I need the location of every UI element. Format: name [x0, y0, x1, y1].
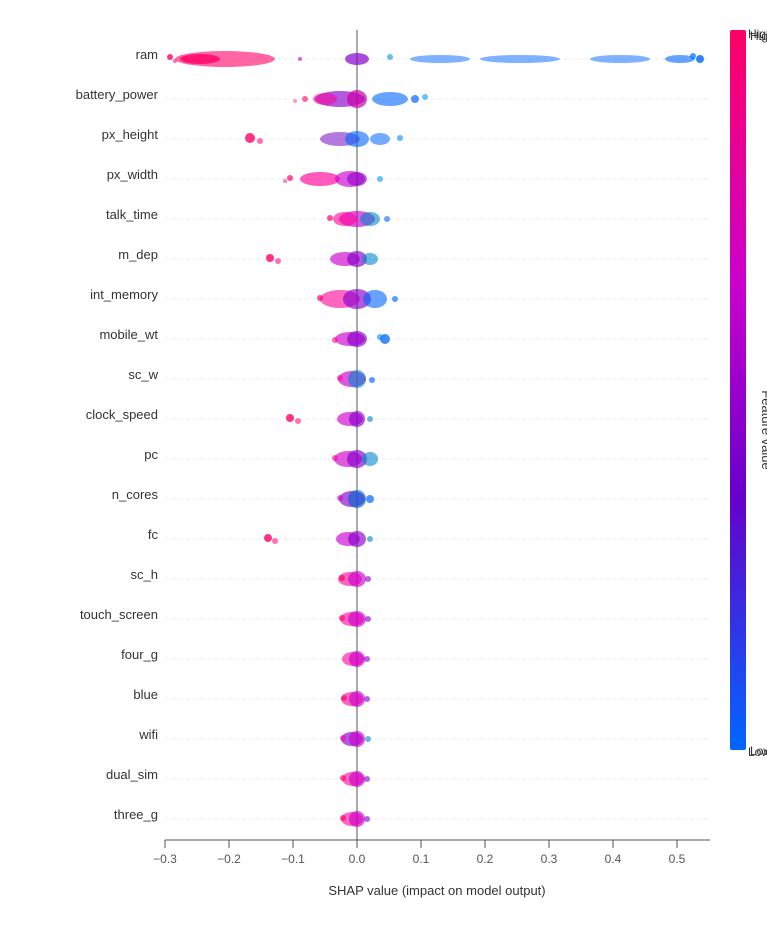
- x-tick-label: 0.1: [413, 852, 430, 866]
- feature-label-dual_sim: dual_sim: [106, 767, 158, 782]
- feature-label-blue: blue: [133, 687, 158, 702]
- feature-label-sc_h: sc_h: [131, 567, 158, 582]
- colorbar-low: Low: [750, 744, 767, 758]
- x-tick-label: 0.0: [349, 852, 366, 866]
- feature-label-px_height: px_height: [102, 127, 159, 142]
- x-tick-label: 0.3: [541, 852, 558, 866]
- feature-label-mobile_wt: mobile_wt: [99, 327, 158, 342]
- feature-label-sc_w: sc_w: [128, 367, 158, 382]
- feature-label-battery_power: battery_power: [76, 87, 159, 102]
- feature-label-ram: ram: [136, 47, 158, 62]
- feature-label-clock_speed: clock_speed: [86, 407, 158, 422]
- feature-label-talk_time: talk_time: [106, 207, 158, 222]
- feature-label-m_dep: m_dep: [118, 247, 158, 262]
- x-tick-label: 0.2: [477, 852, 494, 866]
- feature-label-fc: fc: [148, 527, 159, 542]
- colorbar: [730, 30, 746, 750]
- feature-label-pc: pc: [144, 447, 158, 462]
- feature-label-wifi: wifi: [138, 727, 158, 742]
- feature-label-n_cores: n_cores: [112, 487, 159, 502]
- feature-label-px_width: px_width: [107, 167, 158, 182]
- x-tick-label: −0.3: [153, 852, 177, 866]
- x-tick-label: 0.4: [605, 852, 622, 866]
- feature-label-int_memory: int_memory: [90, 287, 158, 302]
- feature-label-four_g: four_g: [121, 647, 158, 662]
- x-axis-label: SHAP value (impact on model output): [328, 883, 545, 898]
- x-tick-label: −0.1: [281, 852, 305, 866]
- feature-label-three_g: three_g: [114, 807, 158, 822]
- feature-label-touch_screen: touch_screen: [80, 607, 158, 622]
- x-tick-label: −0.2: [217, 852, 241, 866]
- x-tick-label: 0.5: [669, 852, 686, 866]
- colorbar-title: Feature value: [759, 390, 767, 470]
- shap-chart: ram battery_power px_height px_width tal…: [0, 0, 767, 940]
- colorbar-high: High: [750, 29, 767, 43]
